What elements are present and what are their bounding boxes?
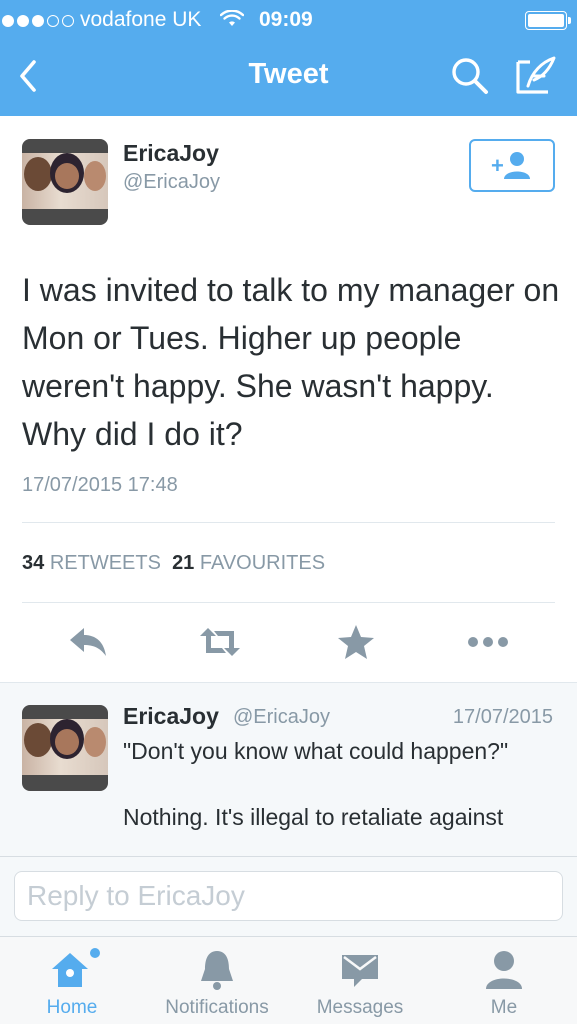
carrier-name: vodafone UK xyxy=(80,8,202,31)
follow-button[interactable]: + xyxy=(469,139,555,192)
add-user-icon: + xyxy=(491,152,530,179)
tweet-text: I was invited to talk to my manager on M… xyxy=(22,272,560,452)
status-time: 09:09 xyxy=(259,8,313,31)
person-icon xyxy=(486,951,522,989)
tweet-timestamp: 17/07/2015 17:48 xyxy=(22,474,178,496)
reply-author-name[interactable]: EricaJoy xyxy=(123,703,219,730)
tab-home[interactable]: Home xyxy=(30,937,114,1024)
envelope-icon xyxy=(342,955,378,987)
reply-tweet[interactable]: EricaJoy @EricaJoy 17/07/2015 "Don't you… xyxy=(0,682,577,856)
tab-notifications[interactable]: Notifications xyxy=(150,937,284,1024)
tab-me[interactable]: Me xyxy=(464,937,544,1024)
reply-icon[interactable] xyxy=(66,622,110,662)
favourite-star-icon[interactable] xyxy=(334,622,378,662)
more-options-icon[interactable] xyxy=(466,622,510,662)
favourite-count[interactable]: 21 xyxy=(172,552,194,574)
retweet-icon[interactable] xyxy=(198,622,242,662)
tab-messages-label: Messages xyxy=(316,997,404,1018)
tab-messages[interactable]: Messages xyxy=(304,937,416,1024)
reply-date: 17/07/2015 xyxy=(452,706,553,728)
reply-author-handle[interactable]: @EricaJoy xyxy=(233,706,330,729)
wifi-icon xyxy=(220,10,244,26)
search-icon[interactable] xyxy=(450,56,490,96)
tweet-stats: 34 RETWEETS 21 FAVOURITES xyxy=(22,552,325,575)
home-icon xyxy=(52,948,100,987)
status-bar: vodafone UK 09:09 xyxy=(0,6,577,34)
divider xyxy=(22,602,555,603)
page-title: Tweet xyxy=(248,58,329,90)
author-avatar[interactable] xyxy=(22,139,108,225)
reply-compose-bar xyxy=(0,856,577,936)
signal-strength-icon xyxy=(2,15,74,27)
tab-home-label: Home xyxy=(46,997,98,1018)
compose-icon[interactable] xyxy=(514,54,558,96)
reply-author-avatar[interactable] xyxy=(22,705,108,791)
author-handle[interactable]: @EricaJoy xyxy=(123,171,220,194)
tab-bar: Home Notifications Messages Me xyxy=(0,936,577,1024)
reply-input[interactable] xyxy=(14,871,563,921)
author-name[interactable]: EricaJoy xyxy=(123,140,219,167)
favourite-label[interactable]: FAVOURITES xyxy=(200,552,325,574)
svg-text:+: + xyxy=(491,153,504,178)
top-bar: vodafone UK 09:09 Tweet xyxy=(0,0,577,116)
divider xyxy=(22,522,555,523)
tab-notifications-label: Notifications xyxy=(165,997,269,1018)
retweet-count[interactable]: 34 xyxy=(22,552,44,574)
battery-icon xyxy=(525,11,571,30)
tab-me-label: Me xyxy=(490,997,518,1018)
reply-text: "Don't you know what could happen?" Noth… xyxy=(123,738,509,830)
bell-icon xyxy=(201,951,233,990)
retweet-label[interactable]: RETWEETS xyxy=(50,552,161,574)
